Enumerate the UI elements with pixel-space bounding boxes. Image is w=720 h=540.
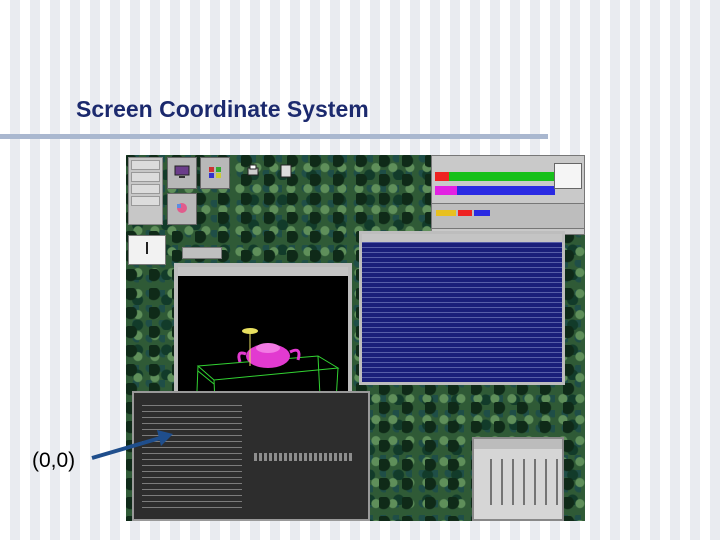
origin-arrow (91, 430, 173, 460)
origin-label: (0,0) (32, 449, 76, 472)
